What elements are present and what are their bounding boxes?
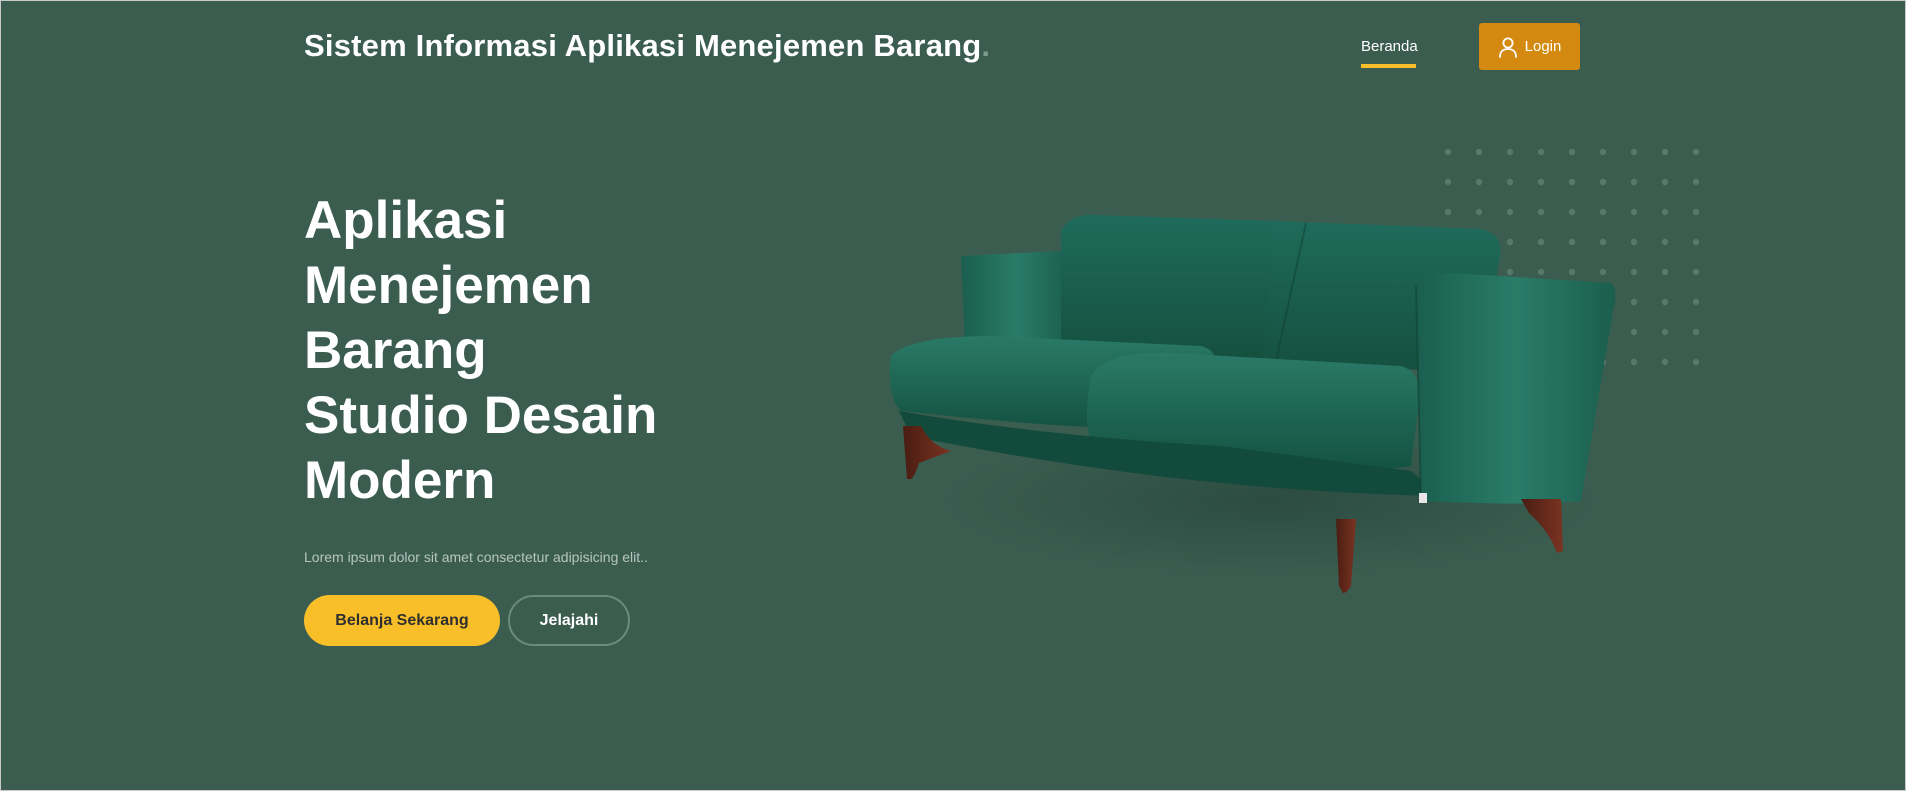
pattern-dot (1661, 208, 1669, 216)
headline-line: Studio Desain (304, 386, 658, 445)
pattern-dot (1661, 328, 1669, 336)
headline-line: Menejemen (304, 256, 593, 315)
pattern-dot (1537, 148, 1545, 156)
sofa-image (889, 214, 1616, 593)
pattern-dot (1568, 148, 1576, 156)
nav-link-beranda[interactable]: Beranda (1361, 38, 1418, 55)
site-brand[interactable]: Sistem Informasi Aplikasi Menejemen Bara… (304, 28, 990, 64)
pattern-dot (1692, 238, 1700, 246)
headline-line: Aplikasi (304, 191, 508, 250)
pattern-dot (1537, 178, 1545, 186)
pattern-dot (1692, 148, 1700, 156)
pattern-dot (1692, 328, 1700, 336)
pattern-dot (1630, 358, 1638, 366)
pattern-dot (1661, 358, 1669, 366)
pattern-dot (1692, 268, 1700, 276)
pattern-dot (1506, 148, 1514, 156)
hero-description: Lorem ipsum dolor sit amet consectetur a… (304, 549, 648, 565)
pattern-dot (1661, 148, 1669, 156)
pattern-dot (1630, 298, 1638, 306)
pattern-dot (1661, 238, 1669, 246)
brand-dot: . (981, 28, 991, 63)
pattern-dot (1630, 208, 1638, 216)
user-icon (1498, 36, 1518, 58)
active-nav-indicator (1361, 64, 1416, 68)
pattern-dot (1475, 148, 1483, 156)
login-label: Login (1524, 38, 1562, 55)
pattern-dot (1630, 148, 1638, 156)
pattern-dot (1599, 148, 1607, 156)
pattern-dot (1692, 358, 1700, 366)
pattern-dot (1661, 298, 1669, 306)
hero-headline: Aplikasi Menejemen Barang Studio Desain … (304, 188, 824, 513)
pattern-dot (1568, 178, 1576, 186)
pattern-dot (1475, 178, 1483, 186)
pattern-dot (1506, 178, 1514, 186)
shop-now-button[interactable]: Belanja Sekarang (304, 595, 500, 646)
pattern-dot (1444, 178, 1452, 186)
login-button[interactable]: Login (1479, 23, 1580, 70)
headline-line: Modern (304, 451, 496, 510)
brand-text: Sistem Informasi Aplikasi Menejemen Bara… (304, 28, 982, 63)
pattern-dot (1692, 298, 1700, 306)
pattern-dot (1630, 328, 1638, 336)
pattern-dot (1444, 148, 1452, 156)
pattern-dot (1661, 268, 1669, 276)
pattern-dot (1692, 208, 1700, 216)
pattern-dot (1630, 268, 1638, 276)
pattern-dot (1630, 178, 1638, 186)
hero-section: Sistem Informasi Aplikasi Menejemen Bara… (0, 0, 1906, 791)
pattern-dot (1661, 178, 1669, 186)
headline-line: Barang (304, 321, 487, 380)
pattern-dot (1599, 178, 1607, 186)
pattern-dot (1692, 178, 1700, 186)
pattern-dot (1630, 238, 1638, 246)
explore-button[interactable]: Jelajahi (508, 595, 630, 646)
